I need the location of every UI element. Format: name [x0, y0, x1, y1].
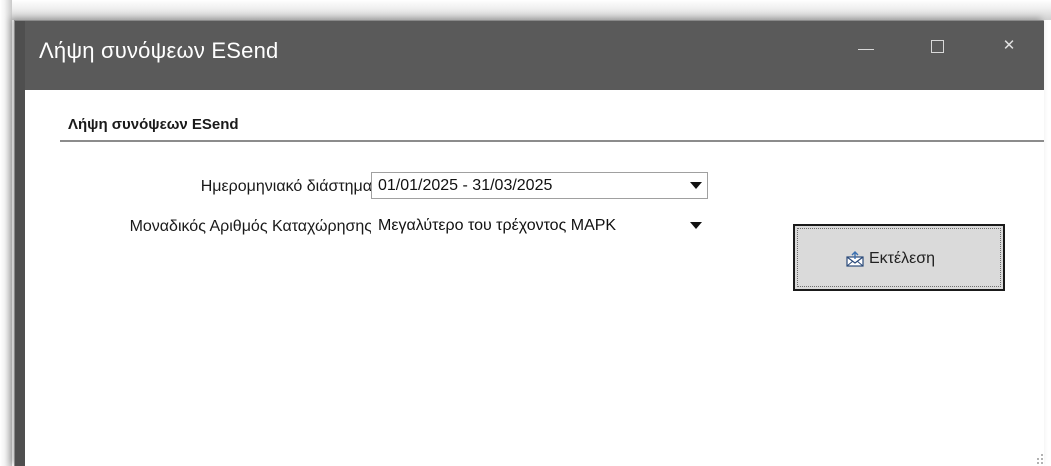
envelope-icon	[846, 251, 864, 267]
window-shadow-left	[0, 0, 12, 466]
mark-label: Μοναδικός Αριθμός Καταχώρησης	[129, 218, 372, 235]
close-button[interactable]: ✕	[986, 21, 1032, 71]
mark-dropdown-arrow[interactable]	[685, 213, 707, 238]
group-divider	[60, 140, 1044, 142]
date-range-label: Ημερομηνιακό διάστημα	[200, 178, 372, 195]
window-title: Λήψη συνόψεων ESend	[39, 38, 279, 63]
mark-dropdown[interactable]: Μεγαλύτερο του τρέχοντος MAPK	[371, 212, 708, 239]
maximize-button[interactable]	[915, 21, 961, 71]
minimize-icon	[858, 49, 874, 50]
date-range-dropdown[interactable]: 01/01/2025 - 31/03/2025	[371, 172, 708, 199]
date-range-dropdown-arrow[interactable]	[685, 173, 707, 198]
run-button-focus-rect: Εκτέλεση	[797, 228, 1001, 287]
caret-down-icon	[690, 222, 702, 229]
caret-down-icon	[690, 182, 702, 189]
run-button[interactable]: Εκτέλεση	[793, 224, 1005, 291]
close-icon: ✕	[1002, 36, 1016, 54]
minimize-button[interactable]	[843, 21, 889, 71]
mark-value: Μεγαλύτερο του τρέχοντος MAPK	[378, 217, 617, 234]
window-content: Λήψη συνόψεων ESend Ημερομηνιακό διάστημ…	[25, 90, 1044, 466]
window-left-edge	[15, 21, 25, 466]
maximize-icon	[931, 40, 944, 53]
run-button-label: Εκτέλεση	[869, 250, 936, 267]
window-shadow-top	[0, 0, 1051, 20]
esend-window: Λήψη συνόψεων ESend ✕ Λήψη συνόψεων ESen…	[14, 20, 1044, 466]
screen: Λήψη συνόψεων ESend ✕ Λήψη συνόψεων ESen…	[0, 0, 1051, 466]
group-title: Λήψη συνόψεων ESend	[68, 116, 239, 133]
resize-grip-icon[interactable]	[1034, 451, 1044, 465]
date-range-value: 01/01/2025 - 31/03/2025	[378, 177, 553, 194]
title-bar[interactable]: Λήψη συνόψεων ESend ✕	[25, 21, 1044, 90]
